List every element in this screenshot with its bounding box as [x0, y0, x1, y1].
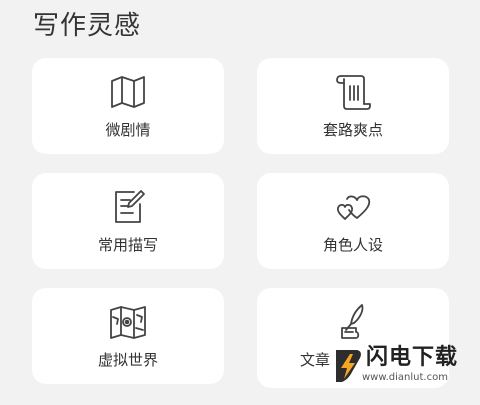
card-micro-plot[interactable]: 微剧情 — [32, 58, 224, 154]
hearts-icon — [333, 187, 373, 227]
quill-ink-icon — [333, 302, 373, 342]
watermark-url: www.dianlut.com — [362, 372, 448, 383]
card-virtual-world[interactable]: 虚拟世界 — [32, 288, 224, 384]
watermark-title: 闪电下载 — [366, 345, 459, 370]
lightning-logo-icon — [332, 346, 364, 386]
note-edit-icon — [108, 187, 148, 227]
card-label: 常用描写 — [97, 236, 158, 254]
scroll-icon — [333, 72, 373, 112]
card-label: 角色人设 — [322, 236, 383, 254]
section-title: 写作灵感 — [33, 11, 142, 41]
card-common-descriptions[interactable]: 常用描写 — [32, 173, 224, 269]
card-trope-highlights[interactable]: 套路爽点 — [257, 58, 449, 154]
card-label: 套路爽点 — [322, 121, 383, 139]
card-label: 虚拟世界 — [97, 351, 158, 369]
world-map-icon — [108, 302, 148, 342]
card-label: 微剧情 — [105, 121, 151, 139]
map-icon — [108, 72, 148, 112]
card-character-profiles[interactable]: 角色人设 — [257, 173, 449, 269]
watermark: 闪电下载 www.dianlut.com — [332, 344, 472, 390]
